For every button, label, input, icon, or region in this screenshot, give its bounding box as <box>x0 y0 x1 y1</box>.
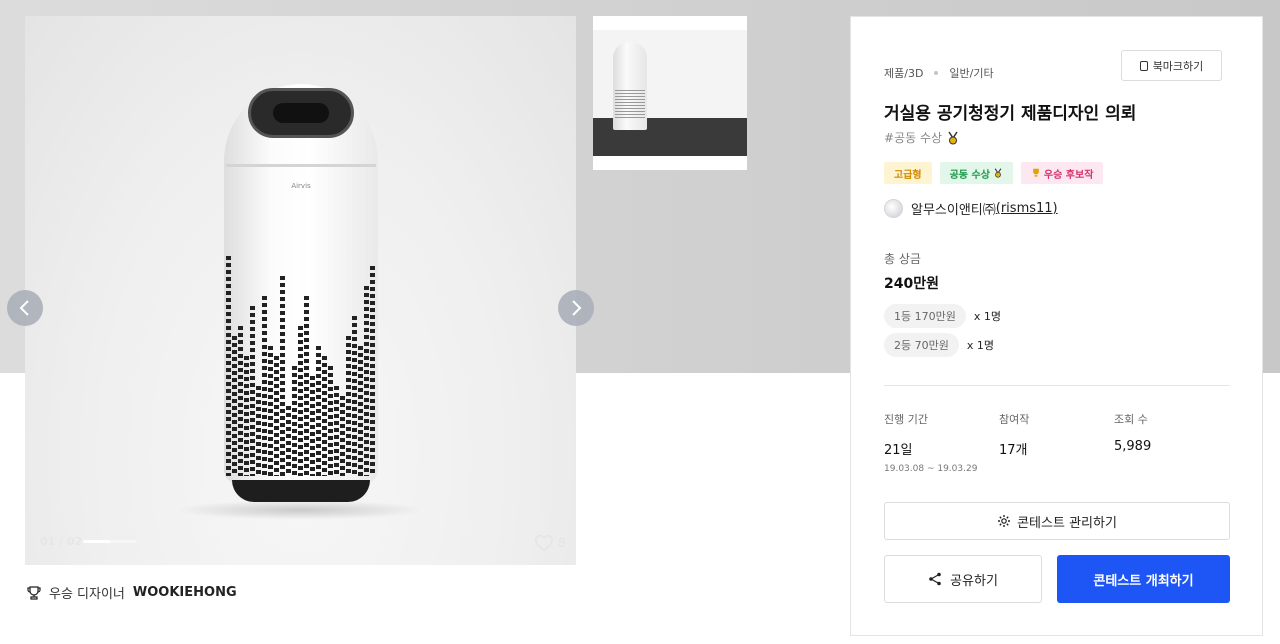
designer-name[interactable]: WOOKIEHONG <box>133 585 237 600</box>
image-progress-fill <box>83 540 110 543</box>
host-contest-button[interactable]: 콘테스트 개최하기 <box>1057 555 1230 603</box>
vent-bar <box>274 356 279 476</box>
purifier-equalizer-vents <box>226 244 376 476</box>
tagline-text: #공동 수상 <box>884 131 943 145</box>
period-label: 진행 기간 <box>884 413 928 426</box>
share-button[interactable]: 공유하기 <box>884 555 1042 603</box>
prize-row: 1등 170만원 x 1명 <box>884 304 1001 328</box>
badge-list: 고급형 공동 수상 우승 후보작 <box>884 162 1104 184</box>
category-sub[interactable]: 일반/기타 <box>949 65 993 81</box>
vent-bar <box>370 266 375 476</box>
chevron-left-icon <box>19 300 29 316</box>
badge-joint-award: 공동 수상 <box>939 162 1013 184</box>
main-product-image[interactable]: Airvis 01 / 02 8 <box>25 16 576 565</box>
badge-winner-candidate: 우승 후보작 <box>1020 162 1104 184</box>
vent-bar <box>292 366 297 476</box>
vent-bar <box>238 326 243 476</box>
prize-total: 240만원 <box>884 276 939 292</box>
participants-value: 17개 <box>999 443 1028 458</box>
vent-bar <box>316 346 321 476</box>
vent-bar <box>280 276 285 476</box>
medal-icon <box>948 131 958 144</box>
trophy-icon <box>27 585 41 600</box>
host-name: 알무스이앤티㈜ <box>911 203 996 218</box>
stat-participants: 참여작 17개 <box>999 411 1029 458</box>
vent-bar <box>262 296 267 476</box>
contest-host[interactable]: 알무스이앤티㈜ (risms11) <box>884 199 1058 218</box>
category-breadcrumb: 제품/3D 일반/기타 <box>884 65 994 81</box>
image-thumbnail[interactable] <box>593 16 747 170</box>
category-main[interactable]: 제품/3D <box>884 65 923 81</box>
vent-bar <box>232 336 237 476</box>
floor-shadow <box>175 500 425 520</box>
manage-contest-button[interactable]: 콘테스트 관리하기 <box>884 502 1230 540</box>
previous-image-button[interactable] <box>7 290 43 326</box>
vent-bar <box>244 356 249 476</box>
vent-bar <box>364 286 369 476</box>
contest-info-panel: 제품/3D 일반/기타 북마크하기 거실용 공기청정기 제품디자인 의뢰 #공동… <box>850 16 1263 636</box>
prize-row: 2등 70만원 x 1명 <box>884 333 994 357</box>
host-id[interactable]: (risms11) <box>996 201 1058 216</box>
share-label: 공유하기 <box>950 573 998 589</box>
category-separator <box>934 71 939 75</box>
contest-title: 거실용 공기청정기 제품디자인 의뢰 <box>884 104 1137 124</box>
host-button-label: 콘테스트 개최하기 <box>1093 573 1194 589</box>
prize-count: x 1명 <box>973 310 1001 323</box>
image-progress-bar <box>83 540 137 543</box>
panel-divider <box>884 385 1230 386</box>
prize-rank: 1등 170만원 <box>884 304 966 328</box>
purifier-base <box>232 480 370 502</box>
vent-bar <box>328 366 333 476</box>
vent-bar <box>268 346 273 476</box>
prize-rank: 2등 70만원 <box>884 333 959 357</box>
gear-icon <box>998 515 1011 527</box>
manage-label: 콘테스트 관리하기 <box>1017 515 1117 531</box>
designer-prefix: 우승 디자이너 <box>49 587 125 602</box>
medal-icon <box>994 168 1002 178</box>
vent-bar <box>226 256 231 476</box>
participants-label: 참여작 <box>999 413 1030 426</box>
like-count: 8 <box>558 536 566 550</box>
contest-tagline: #공동 수상 <box>884 129 960 146</box>
vent-bar <box>334 386 339 476</box>
vent-bar <box>304 296 309 476</box>
like-button[interactable]: 8 <box>534 534 566 552</box>
prize-label: 총 상금 <box>884 252 921 266</box>
period-value: 21일 <box>884 443 913 458</box>
vent-bar <box>346 336 351 476</box>
period-range: 19.03.08 ~ 19.03.29 <box>884 464 978 474</box>
bookmark-icon <box>1139 60 1148 71</box>
vent-bar <box>298 326 303 476</box>
host-avatar <box>884 199 903 218</box>
share-icon <box>929 572 941 586</box>
heart-icon <box>535 534 553 552</box>
winning-designer: 우승 디자이너 WOOKIEHONG <box>27 583 237 602</box>
vent-bar <box>286 406 291 476</box>
views-value: 5,989 <box>1114 439 1152 454</box>
thumbnail-purifier <box>613 42 647 130</box>
thumbnail-bottom-strip <box>593 156 747 170</box>
purifier-top-vent <box>248 88 354 138</box>
badge-premium: 고급형 <box>884 162 932 184</box>
bookmark-button[interactable]: 북마크하기 <box>1121 50 1222 81</box>
next-image-button[interactable] <box>558 290 594 326</box>
air-purifier-render: Airvis <box>224 84 378 502</box>
bookmark-label: 북마크하기 <box>1152 59 1204 73</box>
prize-count: x 1명 <box>966 339 994 352</box>
purifier-brand-mark: Airvis <box>291 182 311 190</box>
vent-bar <box>340 396 345 476</box>
chevron-right-icon <box>572 300 582 316</box>
stat-views: 조회 수 5,989 <box>1114 411 1151 454</box>
vent-bar <box>352 316 357 476</box>
vent-bar <box>310 376 315 476</box>
views-label: 조회 수 <box>1114 413 1148 426</box>
purifier-seam <box>226 164 376 167</box>
vent-bar <box>250 306 255 476</box>
trophy-icon <box>1033 168 1039 177</box>
vent-bar <box>358 346 363 476</box>
image-counter: 01 / 02 <box>40 535 83 548</box>
stat-period: 진행 기간 21일 19.03.08 ~ 19.03.29 <box>884 411 977 474</box>
vent-bar <box>256 386 261 476</box>
vent-bar <box>322 356 327 476</box>
